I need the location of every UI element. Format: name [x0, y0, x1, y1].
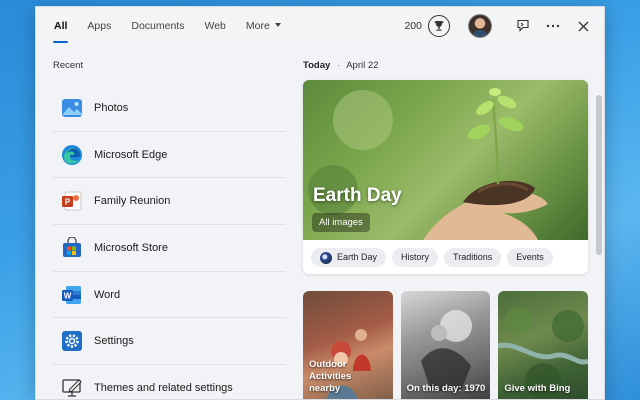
list-item-label: Word — [94, 288, 121, 301]
list-item-label: Themes and related settings — [94, 382, 233, 395]
top-bar: All Apps Documents Web More 200 — [36, 7, 604, 45]
card-label: Give with Bing — [504, 383, 571, 394]
tab-web[interactable]: Web — [194, 7, 235, 45]
settings-icon — [61, 330, 83, 352]
store-icon — [61, 236, 83, 259]
list-item-settings[interactable]: Settings — [53, 318, 286, 366]
list-item-store[interactable]: Microsoft Store — [53, 225, 286, 272]
more-icon[interactable] — [538, 11, 568, 41]
recent-list: Photos Microsoft Edge P Family Reunion M… — [53, 85, 286, 399]
card-outdoor-activities[interactable]: Outdoor Activities nearby — [303, 291, 393, 399]
chip-earth-day[interactable]: Earth Day — [311, 248, 387, 267]
date-separator: · — [336, 60, 341, 71]
tab-documents[interactable]: Documents — [121, 7, 194, 45]
list-item-edge[interactable]: Microsoft Edge — [53, 132, 286, 179]
photos-icon — [61, 97, 83, 119]
feedback-icon[interactable] — [508, 11, 538, 41]
list-item-themes[interactable]: Themes and related settings — [53, 365, 286, 399]
list-item-label: Microsoft Store — [94, 241, 168, 254]
chip-events[interactable]: Events — [507, 248, 553, 267]
card-label: On this day: 1970 — [406, 383, 486, 394]
chip-history[interactable]: History — [392, 248, 439, 267]
tab-all[interactable]: All — [44, 7, 77, 45]
list-item-photos[interactable]: Photos — [53, 85, 286, 132]
rewards-points: 200 — [404, 20, 422, 32]
scrollbar[interactable] — [596, 95, 602, 255]
hero-chips: Earth Day History Traditions Events — [311, 248, 553, 267]
tab-more-label: More — [245, 20, 270, 32]
avatar[interactable] — [468, 14, 492, 38]
today-date-row: Today · April 22 — [303, 60, 378, 71]
header-actions: 200 — [404, 7, 604, 45]
today-column: Today · April 22 Earth Day All images Ea… — [303, 45, 604, 399]
chevron-down-icon — [274, 23, 281, 28]
tab-apps[interactable]: Apps — [77, 7, 121, 45]
today-date: April 22 — [346, 60, 379, 71]
list-item-label: Family Reunion — [94, 195, 171, 208]
hero-title: Earth Day — [313, 185, 402, 206]
card-give-with-bing[interactable]: Give with Bing — [498, 291, 589, 399]
word-icon: W — [61, 284, 83, 306]
list-item-word[interactable]: W Word — [53, 272, 286, 319]
card-on-this-day[interactable]: On this day: 1970 — [400, 291, 491, 399]
svg-text:P: P — [65, 198, 71, 207]
list-item-family-reunion[interactable]: P Family Reunion — [53, 178, 286, 226]
search-panel: All Apps Documents Web More 200 Recent P… — [35, 6, 605, 400]
list-item-label: Microsoft Edge — [94, 148, 168, 161]
list-item-label: Photos — [94, 101, 129, 114]
card-label: Outdoor Activities nearby — [309, 359, 352, 394]
globe-icon — [320, 251, 332, 264]
recent-heading: Recent — [53, 60, 84, 71]
trophy-icon[interactable] — [428, 15, 450, 37]
today-label: Today — [303, 60, 331, 71]
tab-strip: All Apps Documents Web More — [44, 7, 291, 45]
powerpoint-icon: P — [61, 190, 83, 212]
chip-label: Earth Day — [337, 252, 378, 262]
earth-day-card[interactable]: Earth Day All images Earth Day History T… — [303, 80, 588, 274]
close-icon[interactable] — [568, 11, 598, 41]
chip-traditions[interactable]: Traditions — [444, 248, 502, 267]
themes-icon — [61, 377, 83, 399]
suggestion-cards: Outdoor Activities nearby On this day: 1… — [303, 291, 589, 399]
recent-column: Recent Photos Microsoft Edge P Family Re… — [36, 45, 298, 399]
edge-icon — [61, 144, 83, 166]
svg-text:W: W — [64, 291, 72, 300]
tab-more[interactable]: More — [236, 7, 291, 45]
all-images-button[interactable]: All images — [312, 213, 370, 232]
list-item-label: Settings — [94, 335, 134, 348]
